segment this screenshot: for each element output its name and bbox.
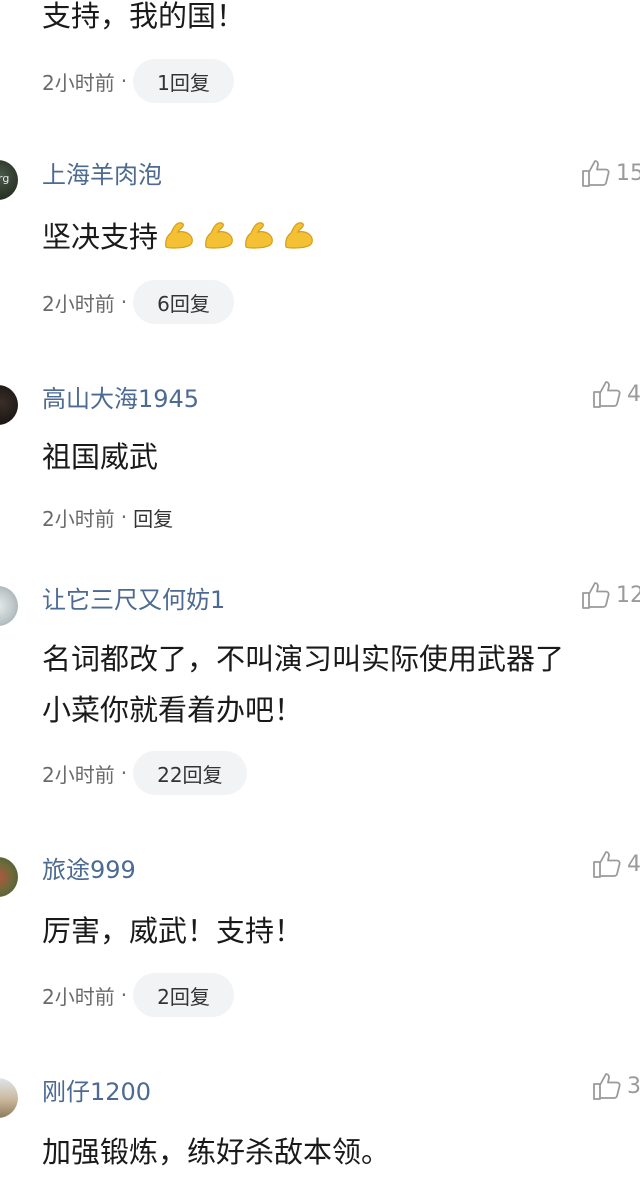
like-button[interactable]: 4: [591, 376, 640, 412]
thumbs-up-icon: [580, 157, 612, 189]
comment-meta: 2小时前 · 22回复: [42, 751, 247, 795]
thumbs-up-icon: [591, 378, 623, 410]
flexed-biceps-icon: [202, 219, 242, 261]
comment-text-line-2: 小菜你就看着办吧！: [42, 693, 304, 727]
comment-username[interactable]: 旅途999: [42, 850, 136, 885]
comment-time: 2小时前: [42, 70, 115, 95]
reply-button[interactable]: 2回复: [133, 973, 234, 1017]
thumbs-up-icon: [591, 1070, 623, 1102]
comment-meta: 2小时前 · 回复: [42, 495, 173, 539]
meta-separator: ·: [120, 761, 128, 785]
reply-button[interactable]: 22回复: [133, 751, 247, 795]
flexed-biceps-icon: [162, 219, 202, 261]
like-count: 12: [616, 582, 640, 608]
meta-separator: ·: [120, 505, 128, 529]
avatar[interactable]: [0, 385, 18, 425]
like-button[interactable]: 12: [580, 577, 640, 613]
emoji-group: [162, 219, 322, 261]
comment-text: 厉害，威武！支持！: [42, 914, 304, 948]
reply-button[interactable]: 1回复: [133, 59, 234, 103]
reply-button[interactable]: 6回复: [133, 280, 234, 324]
comment-text: 坚决支持: [42, 220, 159, 254]
comment-text: 加强锻炼，练好杀敌本领。: [42, 1135, 391, 1169]
comment-meta: 2小时前 · 6回复: [42, 280, 234, 324]
avatar[interactable]: [0, 160, 18, 200]
comment-text-line-1: 名词都改了，不叫演习叫实际使用武器了: [42, 642, 565, 676]
thumbs-up-icon: [591, 848, 623, 880]
avatar[interactable]: [0, 1078, 18, 1118]
meta-separator: ·: [120, 290, 128, 314]
comment-text: 祖国威武: [42, 440, 159, 474]
comment-text: 支持，我的国！: [42, 0, 246, 33]
comment-text-row: 坚决支持: [42, 217, 322, 261]
meta-separator: ·: [120, 69, 128, 93]
comment-time: 2小时前: [42, 762, 115, 787]
comment-username[interactable]: 高山大海1945: [42, 379, 199, 414]
comment-meta: 2小时前 · 2回复: [42, 973, 234, 1017]
flexed-biceps-icon: [282, 219, 322, 261]
reply-button[interactable]: 回复: [133, 503, 173, 532]
comment-time: 2小时前: [42, 506, 115, 531]
like-count: 4: [627, 851, 640, 877]
comment-username[interactable]: 上海羊肉泡: [42, 155, 162, 190]
like-button[interactable]: 15: [580, 155, 640, 191]
like-button[interactable]: 4: [591, 846, 640, 882]
comment-meta: 2小时前 · 1回复: [42, 59, 234, 103]
avatar[interactable]: [0, 857, 18, 897]
meta-separator: ·: [120, 983, 128, 1007]
like-count: 4: [627, 381, 640, 407]
comment-username[interactable]: 让它三尺又何妨1: [42, 580, 225, 615]
comment-time: 2小时前: [42, 291, 115, 316]
like-count: 15: [616, 160, 640, 186]
comment-time: 2小时前: [42, 984, 115, 1009]
flexed-biceps-icon: [242, 219, 282, 261]
like-button[interactable]: 3: [591, 1068, 640, 1104]
comment-username[interactable]: 刚仔1200: [42, 1072, 151, 1107]
avatar[interactable]: [0, 586, 18, 626]
thumbs-up-icon: [580, 579, 612, 611]
like-count: 3: [627, 1073, 640, 1099]
